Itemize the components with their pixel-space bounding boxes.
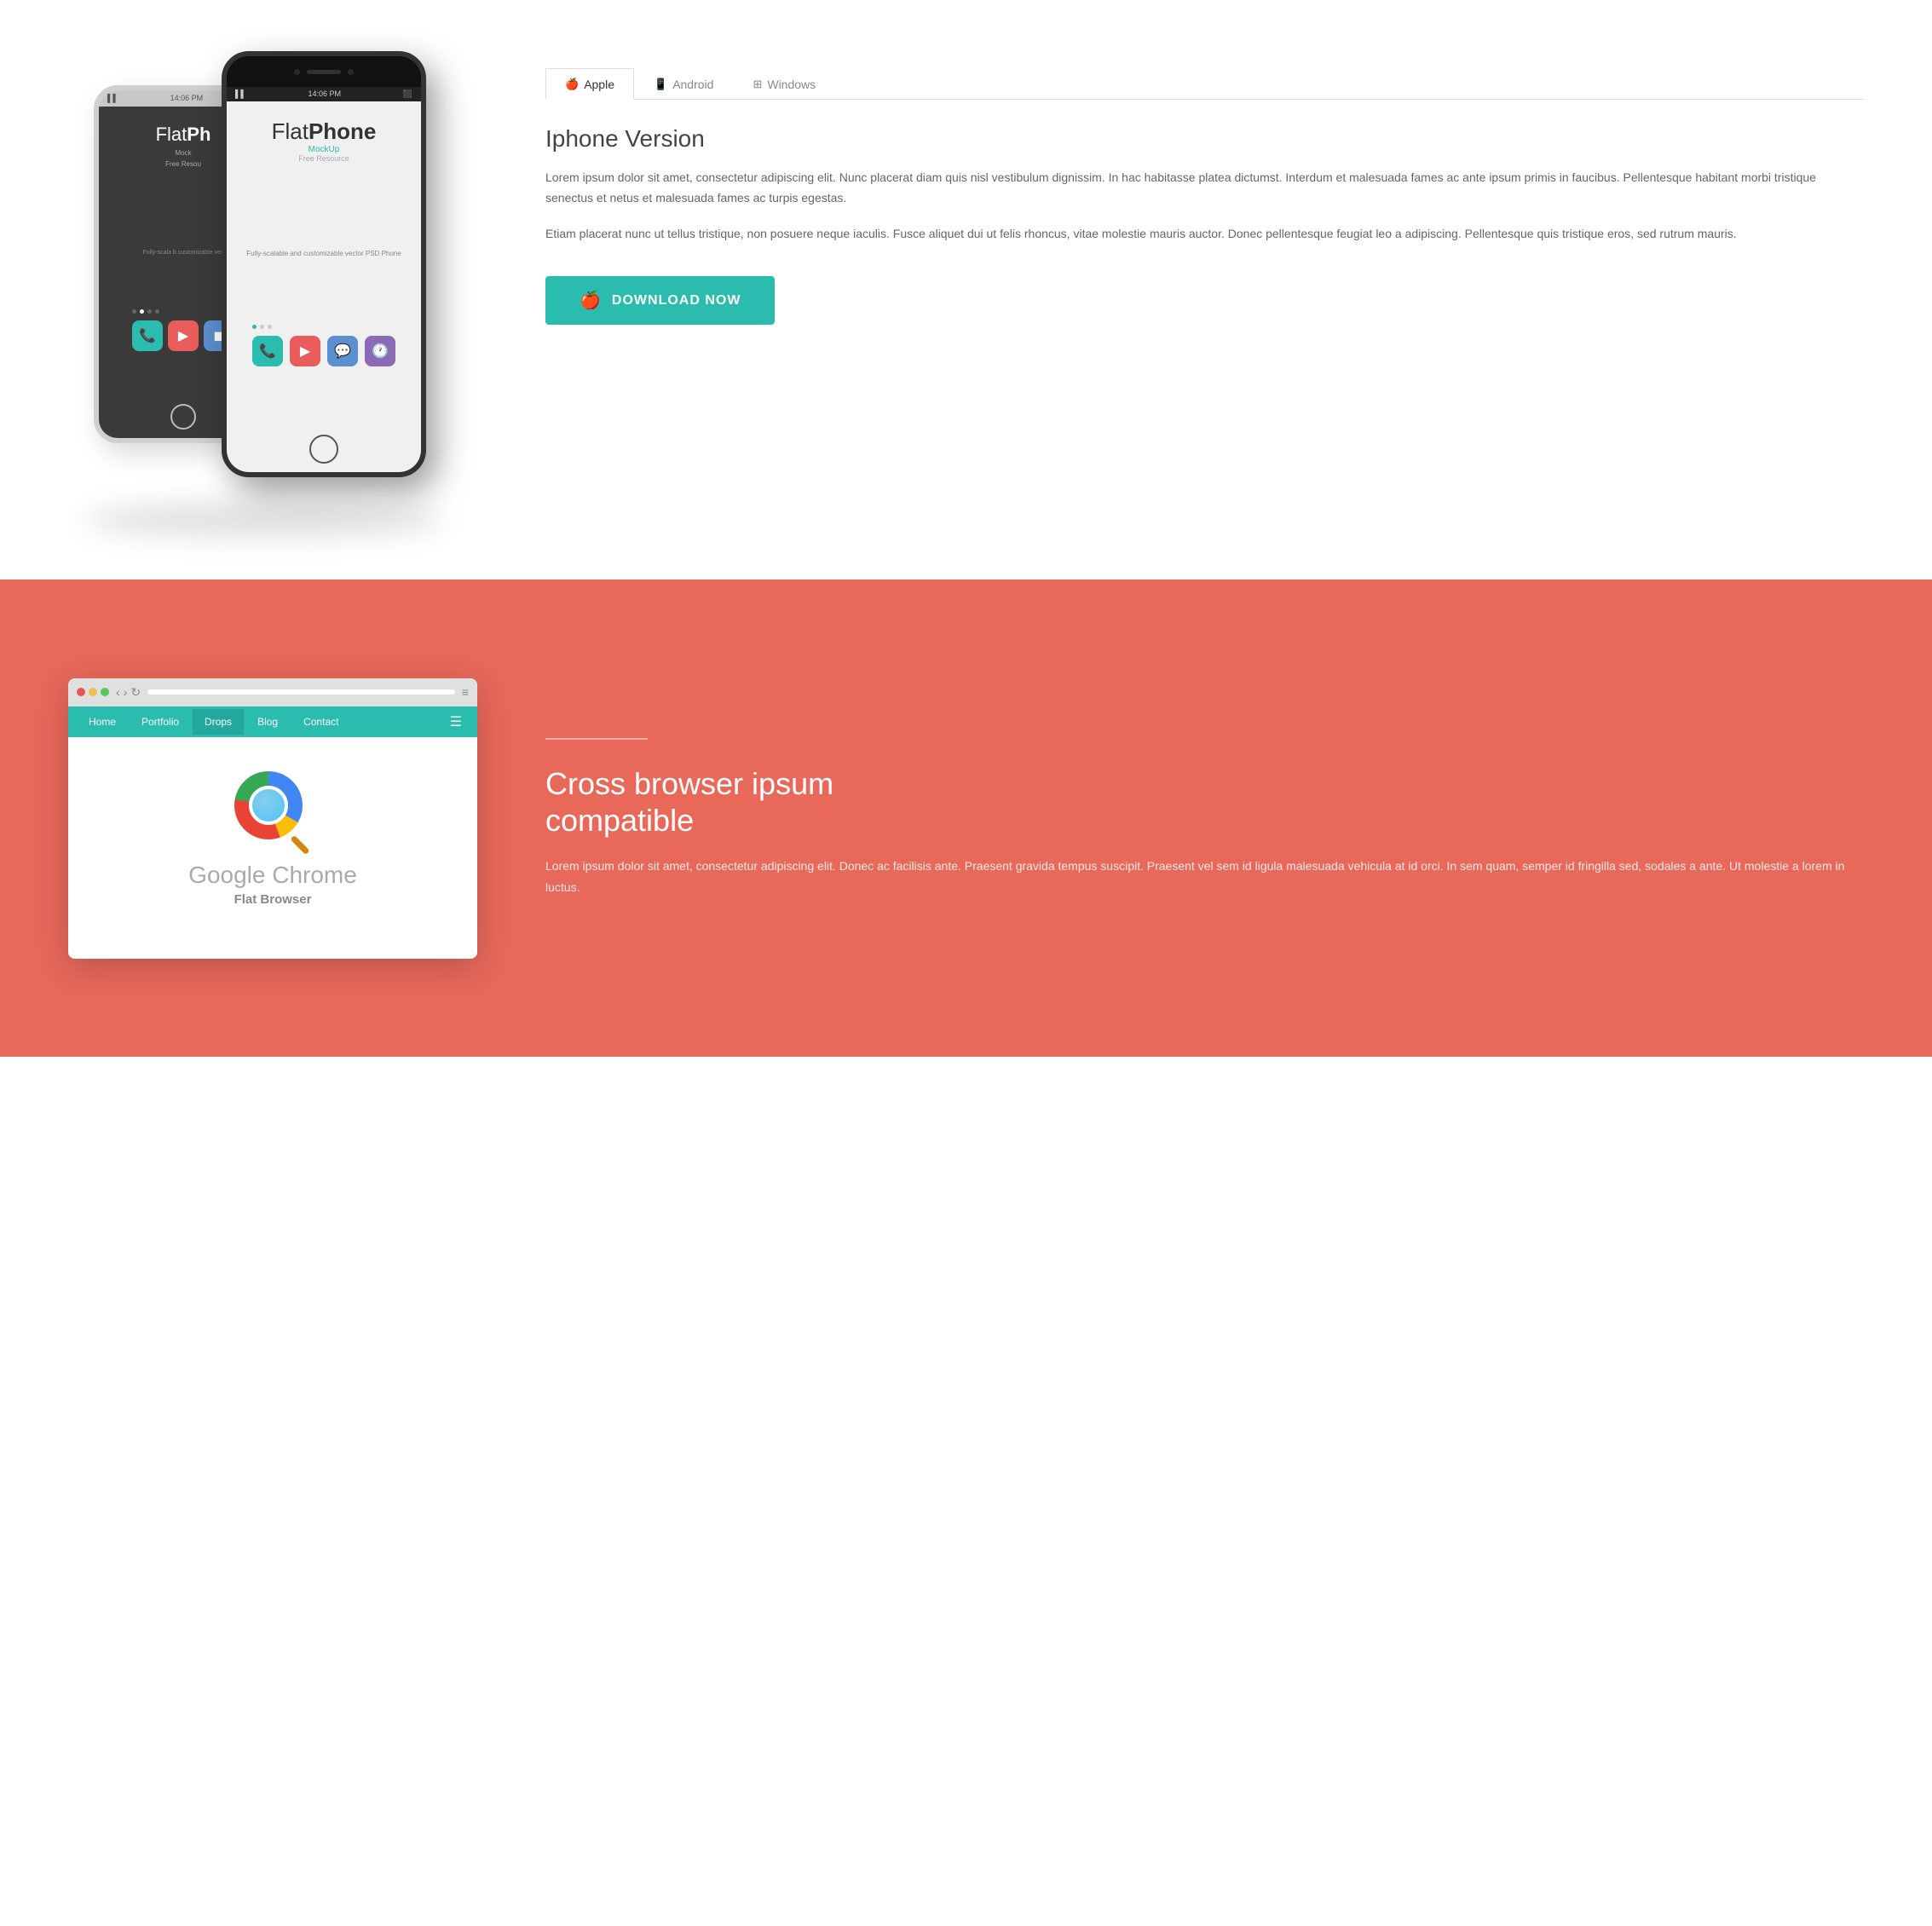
white-phone-home-btn [170, 404, 196, 430]
apple-tab-icon: 🍎 [565, 78, 579, 91]
browser-app-title: Google Chrome [188, 862, 357, 889]
browser-navigation-bar: Home Portfolio Drops Blog Contact ☰ [68, 706, 477, 737]
cross-browser-description: Lorem ipsum dolor sit amet, consectetur … [545, 856, 1864, 898]
iphone-desc-1: Lorem ipsum dolor sit amet, consectetur … [545, 168, 1864, 209]
black-phone-icon-play: ▶ [290, 336, 320, 366]
chrome-inner-circle [249, 786, 288, 825]
black-phone-icon-chat: 💬 [327, 336, 358, 366]
top-section: ▌▌ 14:06 PM ▮ FlatPh Mock Free Resou Ful… [0, 0, 1932, 580]
tab-android[interactable]: 📱 Android [634, 68, 733, 100]
white-phone-icons: 📞 ▶ ◼ [132, 320, 234, 351]
nav-portfolio[interactable]: Portfolio [130, 709, 191, 735]
download-button-label: DOWNLOAD NOW [612, 293, 741, 309]
phone-icon-play: ▶ [168, 320, 199, 351]
right-content-bottom: Cross browser ipsum compatible Lorem ips… [545, 738, 1864, 899]
white-phone-free: Free Resou [156, 160, 211, 168]
black-phone-screen: FlatPhone MockUp Free Resource Fully-sca… [227, 101, 421, 472]
black-phone-sensor [348, 69, 354, 75]
browser-url-bar[interactable] [147, 689, 455, 695]
black-phone-dots [252, 325, 395, 329]
iphone-section-title: Iphone Version [545, 125, 1864, 153]
black-phone-icon-call: 📞 [252, 336, 283, 366]
download-apple-icon: 🍎 [580, 290, 602, 311]
black-phone-status-bar: ▌▌ 14:06 PM ⬛ [227, 87, 421, 101]
android-tab-icon: 📱 [654, 78, 667, 91]
browser-menu-icon[interactable]: ≡ [462, 685, 469, 699]
nav-home[interactable]: Home [77, 709, 128, 735]
platform-tabs: 🍎 Apple 📱 Android ⊞ Windows [545, 68, 1864, 100]
phone-area: ▌▌ 14:06 PM ▮ FlatPh Mock Free Resou Ful… [68, 51, 477, 528]
black-phone-home-btn [309, 435, 338, 464]
browser-app-subtitle: Flat Browser [234, 892, 312, 907]
tab-apple[interactable]: 🍎 Apple [545, 68, 634, 100]
black-phone-time: 14:06 PM [309, 89, 342, 99]
cross-browser-title: Cross browser ipsum compatible [545, 765, 1864, 839]
chrome-outer-ring [234, 771, 303, 839]
magnifier-handle-icon [290, 834, 309, 854]
browser-dot-yellow[interactable] [89, 688, 97, 696]
browser-dot-green[interactable] [101, 688, 109, 696]
bottom-section: ‹ › ↻ ≡ Home Portfolio Drops Blog Contac… [0, 580, 1932, 1057]
black-phone-top [227, 56, 421, 87]
tab-windows[interactable]: ⊞ Windows [733, 68, 835, 100]
nav-drops[interactable]: Drops [193, 709, 244, 735]
black-phone-speaker [307, 70, 341, 74]
phone-icon-call: 📞 [132, 320, 163, 351]
section-divider [545, 738, 648, 740]
black-phone-icon-clock: 🕐 [365, 336, 395, 366]
browser-chrome-bar: ‹ › ↻ ≡ [68, 678, 477, 706]
nav-hamburger-icon[interactable]: ☰ [443, 706, 469, 737]
phone-black: ▌▌ 14:06 PM ⬛ FlatPhone MockUp Free Reso… [222, 51, 426, 477]
android-tab-label: Android [672, 78, 713, 91]
phone-shadow [85, 503, 443, 537]
white-phone-app-title: FlatPh [156, 124, 211, 146]
browser-forward-icon[interactable]: › [124, 685, 128, 699]
black-phone-icons: 📞 ▶ 💬 🕐 [252, 336, 395, 366]
black-phone-signal: ▌▌ [235, 89, 246, 99]
browser-nav-arrows: ‹ › ↻ [116, 685, 141, 700]
black-phone-desc: Fully-scalable and customizable vector P… [246, 250, 401, 257]
nav-contact[interactable]: Contact [291, 709, 350, 735]
iphone-desc-2: Etiam placerat nunc ut tellus tristique,… [545, 224, 1864, 245]
browser-back-icon[interactable]: ‹ [116, 685, 120, 699]
browser-refresh-icon[interactable]: ↻ [130, 685, 141, 700]
white-phone-signal: ▌▌ [107, 94, 118, 103]
black-phone-body: ▌▌ 14:06 PM ⬛ FlatPhone MockUp Free Reso… [227, 87, 421, 472]
black-phone-camera [294, 69, 300, 75]
black-phone-free: Free Resource [272, 154, 377, 163]
white-phone-subtitle: Mock [156, 149, 211, 157]
white-phone-desc: Fully-scala b customizable vec [143, 250, 224, 256]
windows-tab-label: Windows [767, 78, 816, 91]
black-phone-battery: ⬛ [403, 89, 412, 99]
browser-dot-red[interactable] [77, 688, 85, 696]
black-phone-app-title: FlatPhone [272, 118, 377, 145]
windows-tab-icon: ⊞ [753, 78, 762, 91]
black-phone-subtitle: MockUp [272, 145, 377, 154]
right-content-top: 🍎 Apple 📱 Android ⊞ Windows Iphone Versi… [545, 51, 1864, 325]
browser-traffic-lights [77, 688, 109, 696]
white-phone-dots [132, 309, 234, 314]
apple-tab-label: Apple [584, 78, 614, 91]
chrome-logo-container [234, 771, 311, 848]
nav-blog[interactable]: Blog [245, 709, 290, 735]
browser-mockup: ‹ › ↻ ≡ Home Portfolio Drops Blog Contac… [68, 678, 477, 959]
browser-body: Google Chrome Flat Browser [68, 737, 477, 959]
download-now-button[interactable]: 🍎 DOWNLOAD NOW [545, 276, 775, 325]
white-phone-time: 14:06 PM [170, 94, 204, 103]
